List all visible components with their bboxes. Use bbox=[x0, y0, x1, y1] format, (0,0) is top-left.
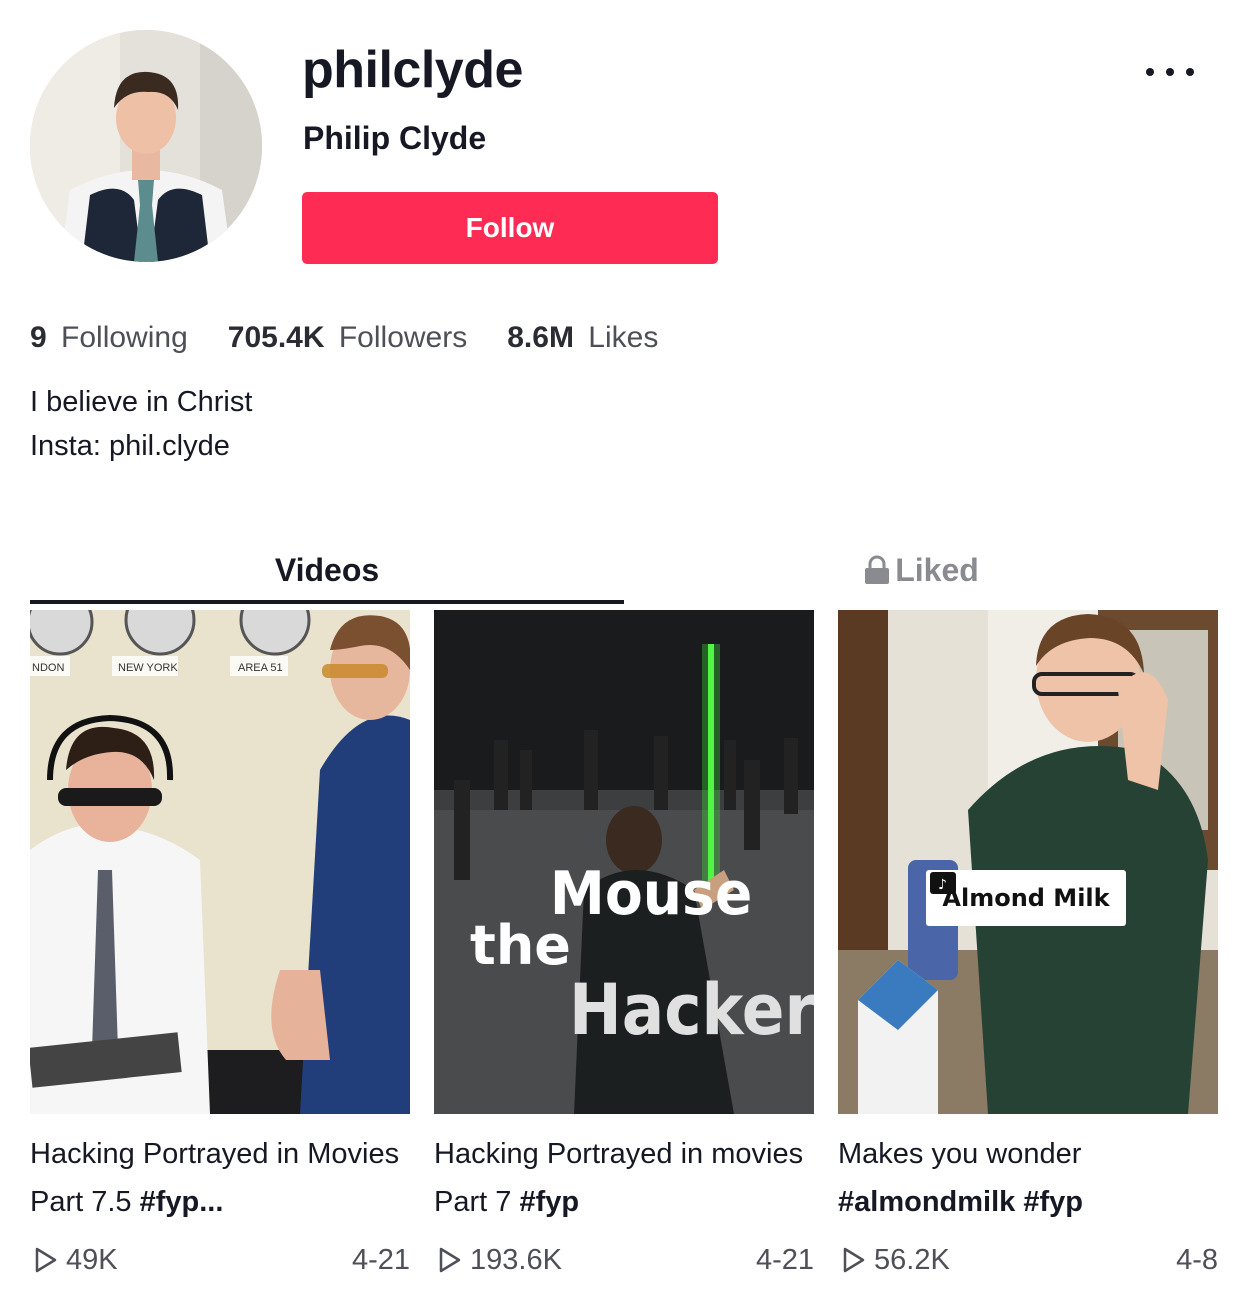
video-meta: 56.2K 4-8 bbox=[838, 1240, 1218, 1280]
caption-hashtag[interactable]: #almondmilk #fyp bbox=[838, 1186, 1083, 1218]
video-meta: 193.6K 4-21 bbox=[434, 1240, 814, 1280]
profile-bio: I believe in Christ Insta: phil.clyde bbox=[30, 380, 252, 468]
likes-label: Likes bbox=[588, 321, 659, 354]
view-count: 56.2K bbox=[838, 1244, 950, 1277]
video-date: 4-21 bbox=[755, 1243, 814, 1276]
bio-line: Insta: phil.clyde bbox=[30, 430, 230, 462]
video-card[interactable]: the Mouse Hacker Hacking Portrayed in mo… bbox=[434, 610, 814, 1276]
view-count-value: 193.6K bbox=[470, 1243, 562, 1276]
video-thumbnail[interactable]: ♪ Almond Milk bbox=[838, 610, 1218, 1114]
tab-videos[interactable]: Videos bbox=[30, 540, 624, 600]
profile-tabs: Videos Liked bbox=[30, 540, 1218, 606]
view-count-value: 56.2K bbox=[874, 1243, 950, 1276]
follow-button[interactable]: Follow bbox=[302, 192, 718, 264]
play-icon bbox=[843, 1247, 865, 1273]
view-count: 193.6K bbox=[434, 1244, 562, 1277]
dot bbox=[1146, 68, 1154, 76]
video-thumbnail[interactable]: the Mouse Hacker bbox=[434, 610, 814, 1114]
tab-liked[interactable]: Liked bbox=[624, 540, 1218, 600]
display-name: Philip Clyde bbox=[303, 120, 487, 156]
play-icon bbox=[35, 1247, 57, 1273]
following-label: Following bbox=[61, 321, 188, 354]
following-count: 9 bbox=[30, 321, 47, 354]
bio-line: I believe in Christ bbox=[30, 386, 253, 418]
likes-stat: 8.6M Likes bbox=[507, 321, 658, 355]
caption-hashtag[interactable]: #fyp... bbox=[140, 1186, 224, 1218]
followers-stat[interactable]: 705.4K Followers bbox=[228, 321, 467, 355]
followers-label: Followers bbox=[338, 321, 468, 354]
active-tab-indicator bbox=[30, 600, 624, 604]
view-count: 49K bbox=[30, 1244, 118, 1277]
sticker-almond-milk: Almond Milk bbox=[942, 884, 1110, 912]
thumbnail-overlay-hacker: Hacker bbox=[569, 969, 814, 1051]
video-date: 4-8 bbox=[1176, 1243, 1218, 1276]
view-count-value: 49K bbox=[66, 1243, 118, 1276]
video-caption[interactable]: Hacking Portrayed in Movies Part 7.5 #fy… bbox=[30, 1130, 410, 1226]
video-date: 4-21 bbox=[351, 1243, 410, 1276]
tab-liked-label: Liked bbox=[895, 551, 979, 588]
clock-label-london: NDON bbox=[32, 662, 64, 674]
tab-videos-label: Videos bbox=[274, 551, 380, 588]
video-meta: 49K 4-21 bbox=[30, 1240, 410, 1280]
lock-icon bbox=[863, 555, 891, 585]
caption-hashtag[interactable]: #fyp bbox=[519, 1186, 579, 1218]
video-card[interactable]: NDON NEW YORK AREA 51 Hacking Portrayed … bbox=[30, 610, 410, 1276]
avatar-image bbox=[30, 30, 262, 262]
video-caption[interactable]: Hacking Portrayed in movies Part 7 #fyp bbox=[434, 1130, 814, 1226]
play-icon bbox=[439, 1247, 461, 1273]
likes-count: 8.6M bbox=[507, 321, 574, 354]
clock-label-area51: AREA 51 bbox=[238, 662, 283, 674]
clock-label-newyork: NEW YORK bbox=[118, 662, 178, 674]
profile-stats: 9 Following 705.4K Followers 8.6M Likes bbox=[30, 314, 698, 362]
profile-avatar[interactable] bbox=[30, 30, 262, 262]
following-stat[interactable]: 9 Following bbox=[30, 321, 188, 355]
username: philclyde bbox=[302, 41, 523, 99]
more-options-icon[interactable] bbox=[1146, 56, 1194, 88]
caption-text: Makes you wonder bbox=[838, 1138, 1082, 1170]
dot bbox=[1186, 68, 1194, 76]
video-card[interactable]: ♪ Almond Milk Makes you wonder #almondmi… bbox=[838, 610, 1218, 1276]
video-caption[interactable]: Makes you wonder #almondmilk #fyp bbox=[838, 1130, 1218, 1226]
caption-text: Hacking Portrayed in movies Part 7 bbox=[434, 1138, 804, 1218]
thumbnail-overlay-mouse: Mouse bbox=[550, 858, 752, 929]
dot bbox=[1166, 68, 1174, 76]
followers-count: 705.4K bbox=[227, 321, 325, 354]
video-thumbnail[interactable]: NDON NEW YORK AREA 51 bbox=[30, 610, 410, 1114]
